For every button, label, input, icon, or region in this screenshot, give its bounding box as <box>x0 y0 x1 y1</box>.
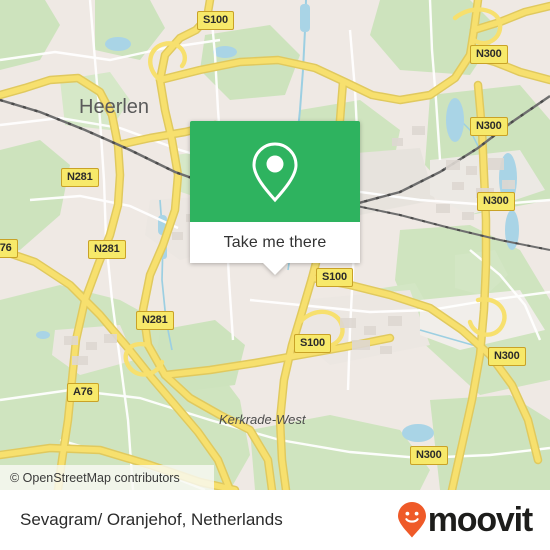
road-shield-s100-north[interactable]: S100 <box>197 11 234 30</box>
place-label-heerlen: Heerlen <box>79 96 150 118</box>
callout-pointer <box>263 263 287 275</box>
callout-pin-panel <box>190 121 360 222</box>
moovit-wordmark: moovit <box>427 501 533 539</box>
place-label-kerkrade-west: Kerkrade-West <box>219 412 306 427</box>
moovit-map-screenshot: Heerlen Kerkrade-West S100 N300 N300 N30… <box>0 0 550 550</box>
road-shield-n281-2[interactable]: N281 <box>88 240 126 259</box>
road-shield-n300-3[interactable]: N300 <box>477 192 515 211</box>
destination-callout[interactable]: Take me there <box>190 121 360 275</box>
map-pin-icon <box>252 141 298 202</box>
road-shield-n300-1[interactable]: N300 <box>470 45 508 64</box>
take-me-there-label: Take me there <box>223 233 327 251</box>
road-shield-n300-2[interactable]: N300 <box>470 117 508 136</box>
attribution-text: © OpenStreetMap contributors <box>10 470 180 485</box>
moovit-brand[interactable]: moovit <box>397 501 550 539</box>
callout-action-panel[interactable]: Take me there <box>190 222 360 263</box>
road-shield-n281-3[interactable]: N281 <box>136 311 174 330</box>
road-shield-a76[interactable]: A76 <box>67 383 99 402</box>
map-attribution[interactable]: © OpenStreetMap contributors <box>0 465 214 490</box>
location-title: Sevagram/ Oranjehof, Netherlands <box>20 510 283 529</box>
footer-bar: Sevagram/ Oranjehof, Netherlands moovit <box>0 490 550 550</box>
road-shield-n300-4[interactable]: N300 <box>488 347 526 366</box>
map-canvas[interactable]: Heerlen Kerkrade-West S100 N300 N300 N30… <box>0 0 550 490</box>
road-shield-n300-5[interactable]: N300 <box>410 446 448 465</box>
road-shield-a76-edge[interactable]: A76 <box>0 239 18 258</box>
moovit-smiley-pin-icon <box>397 502 426 538</box>
road-shield-s100-south[interactable]: S100 <box>294 334 331 353</box>
road-shield-n281-1[interactable]: N281 <box>61 168 99 187</box>
